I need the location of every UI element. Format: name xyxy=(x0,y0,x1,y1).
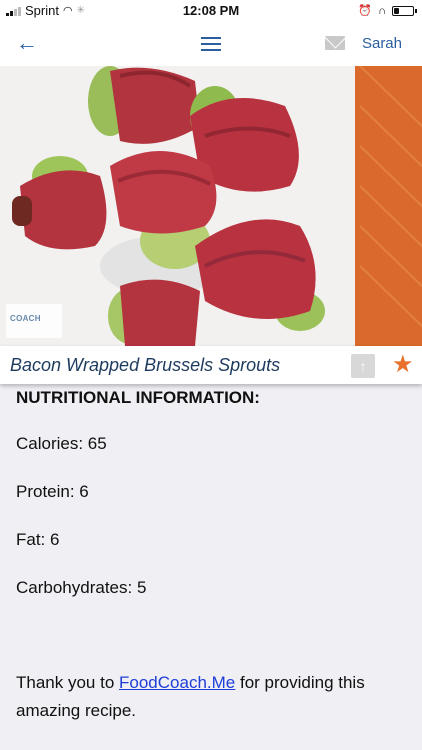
favorite-star-icon[interactable]: ★ xyxy=(392,351,414,379)
user-name-button[interactable]: Sarah xyxy=(362,35,402,52)
recipe-photo: COACH xyxy=(0,66,422,346)
nutrition-heading: NUTRITIONAL INFORMATION: xyxy=(16,388,260,407)
nutrition-protein: Protein: 6 xyxy=(16,482,89,501)
hamburger-menu-icon[interactable] xyxy=(201,37,221,55)
thanks-prefix: Thank you to xyxy=(16,673,120,692)
nutrition-calories: Calories: 65 xyxy=(16,434,107,453)
back-icon[interactable]: ← xyxy=(16,31,38,55)
recipe-title-bar: Bacon Wrapped Brussels Sprouts ↑ ★ xyxy=(0,346,422,384)
recipe-photo-illustration xyxy=(12,66,422,346)
mail-icon[interactable] xyxy=(325,36,345,50)
recipe-content: NUTRITIONAL INFORMATION: Calories: 65 Pr… xyxy=(0,384,422,750)
nutrition-fat: Fat: 6 xyxy=(16,530,60,549)
status-right: ⏰ ∩ xyxy=(358,4,417,17)
recipe-title: Bacon Wrapped Brussels Sprouts xyxy=(10,355,281,375)
share-icon[interactable]: ↑ xyxy=(351,354,375,378)
status-bar: Sprint ◠ ✳ 12:08 PM ⏰ ∩ xyxy=(0,0,422,22)
watermark-logo: COACH xyxy=(6,304,62,338)
thanks-text: Thank you to FoodCoach.Me for providing … xyxy=(16,669,408,725)
foodcoach-link[interactable]: FoodCoach.Me xyxy=(119,673,235,692)
nutrition-carbohydrates: Carbohydrates: 5 xyxy=(16,578,147,597)
alarm-icon: ⏰ xyxy=(358,5,373,17)
watermark-text: COACH xyxy=(10,314,41,323)
battery-icon xyxy=(392,5,417,16)
headphones-icon: ∩ xyxy=(378,4,386,17)
nav-bar: ← Sarah xyxy=(0,22,422,66)
